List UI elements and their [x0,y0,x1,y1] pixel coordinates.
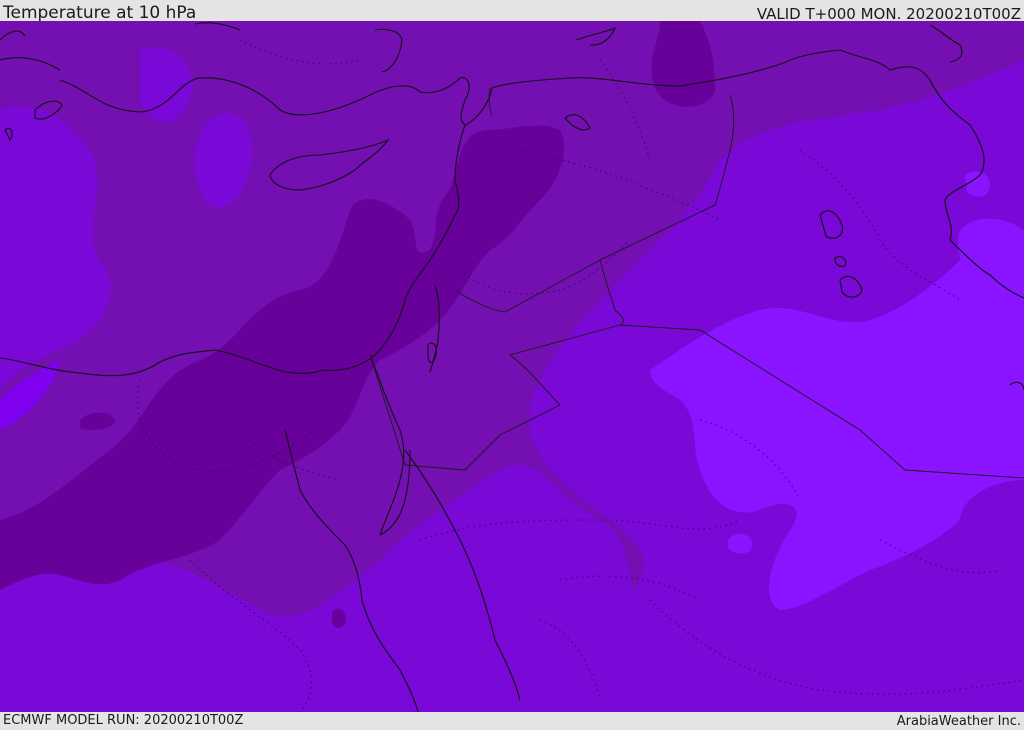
map-canvas [0,21,1024,712]
temperature-map [0,21,1024,712]
field-darkest-north [652,21,715,107]
model-run-label: ECMWF MODEL RUN: 20200210T00Z [3,712,243,729]
map-title: Temperature at 10 hPa [3,3,196,23]
credit-label: ArabiaWeather Inc. [897,713,1021,730]
field-light-blob2 [728,534,752,554]
